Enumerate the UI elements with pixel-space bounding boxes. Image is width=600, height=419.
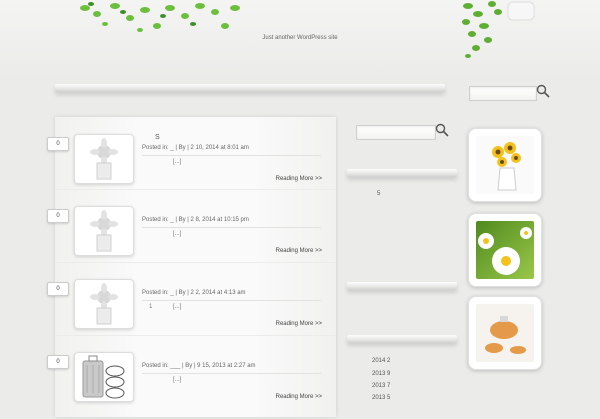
post-separator [55, 262, 336, 263]
comment-count-badge[interactable]: 0 [47, 137, 69, 151]
photo-frame-tea[interactable] [468, 296, 542, 370]
post-excerpt-text: 1 [149, 304, 153, 310]
archive-link[interactable]: 2013 9 [372, 371, 390, 377]
comment-count-badge[interactable]: 0 [47, 355, 69, 369]
post-author[interactable]: | By [175, 145, 185, 151]
post-author[interactable]: | By [175, 290, 185, 296]
post-separator [55, 335, 336, 336]
sidebar-shelf [347, 169, 457, 177]
reading-more-link[interactable]: Reading More >> [276, 248, 322, 254]
comment-count-badge[interactable]: 0 [47, 282, 69, 296]
posted-in[interactable]: Posted in: _ [142, 217, 174, 223]
photo-frame-daisies[interactable] [468, 213, 542, 287]
archive-link[interactable]: 2013 5 [372, 395, 390, 401]
post-meta: Posted in: _ | By | 2 8, 2014 at 10:15 p… [142, 217, 249, 223]
vine-decoration-left [80, 2, 240, 32]
post-thumbnail[interactable] [74, 279, 134, 329]
post-date: | 2 8, 2014 at 10:15 pm [187, 217, 249, 223]
search-icon[interactable] [536, 84, 550, 98]
divider [142, 155, 321, 156]
post-author[interactable]: | By [175, 217, 185, 223]
tea-pot-image [476, 304, 534, 362]
daisies-image [476, 221, 534, 279]
post-date: | 2 10, 2014 at 8:01 am [187, 145, 249, 151]
sunflower-vase-image [476, 136, 534, 194]
post-meta: Posted in: _ | By | 2 10, 2014 at 8:01 a… [142, 145, 249, 151]
post-thumbnail[interactable] [74, 352, 134, 402]
post-thumbnail[interactable] [74, 206, 134, 256]
reading-more-link[interactable]: Reading More >> [276, 394, 322, 400]
posted-in[interactable]: Posted in: _ [142, 145, 174, 151]
post-item: 0 S Posted in: _ | By | 2 10, 2014 at 8:… [47, 131, 336, 201]
post-excerpt: [...] [173, 377, 182, 383]
site-tagline: Just another WordPress site [262, 35, 338, 41]
flower-pot-image [90, 210, 118, 252]
post-excerpt: [...] [173, 159, 182, 165]
post-date: | 2 2, 2014 at 4:13 am [187, 290, 246, 296]
divider [142, 300, 321, 301]
flower-pot-image [90, 283, 118, 325]
search-icon[interactable] [435, 123, 449, 137]
post-title[interactable]: S [155, 134, 160, 141]
search-input[interactable] [469, 86, 537, 101]
reading-more-link[interactable]: Reading More >> [276, 176, 322, 182]
reading-more-link[interactable]: Reading More >> [276, 321, 322, 327]
post-thumbnail[interactable] [74, 134, 134, 184]
divider [142, 227, 321, 228]
sidebar-search-input[interactable] [356, 125, 436, 140]
sidebar-count: 5 [377, 191, 381, 197]
nav-shelf [55, 84, 445, 92]
comment-count-badge[interactable]: 0 [47, 209, 69, 223]
posted-in[interactable]: Posted in: _ [142, 290, 174, 296]
post-excerpt: [...] [173, 304, 182, 310]
archive-link[interactable]: 2013 7 [372, 383, 390, 389]
post-separator [55, 189, 336, 190]
sidebar-shelf [347, 335, 457, 343]
posted-in[interactable]: Posted in: ___ [142, 363, 180, 369]
flower-pot-image [90, 138, 118, 180]
post-excerpt: [...] [173, 231, 182, 237]
vine-decoration-right [462, 1, 535, 58]
divider [142, 373, 321, 374]
luggage-image [82, 355, 125, 399]
photo-frame-sunflower[interactable] [468, 128, 542, 202]
archive-link[interactable]: 2014 2 [372, 358, 390, 364]
post-item: 0 Posted in: ___ | By | 9 15, 2013 at 2:… [47, 349, 336, 419]
post-meta: Posted in: ___ | By | 9 15, 2013 at 2:27… [142, 363, 256, 369]
sidebar-shelf [347, 282, 457, 290]
post-meta: Posted in: _ | By | 2 2, 2014 at 4:13 am [142, 290, 246, 296]
post-author[interactable]: | By [182, 363, 192, 369]
posts-panel: 0 S Posted in: _ | By | 2 10, 2014 at 8:… [47, 117, 336, 419]
post-date: | 9 15, 2013 at 2:27 am [193, 363, 256, 369]
